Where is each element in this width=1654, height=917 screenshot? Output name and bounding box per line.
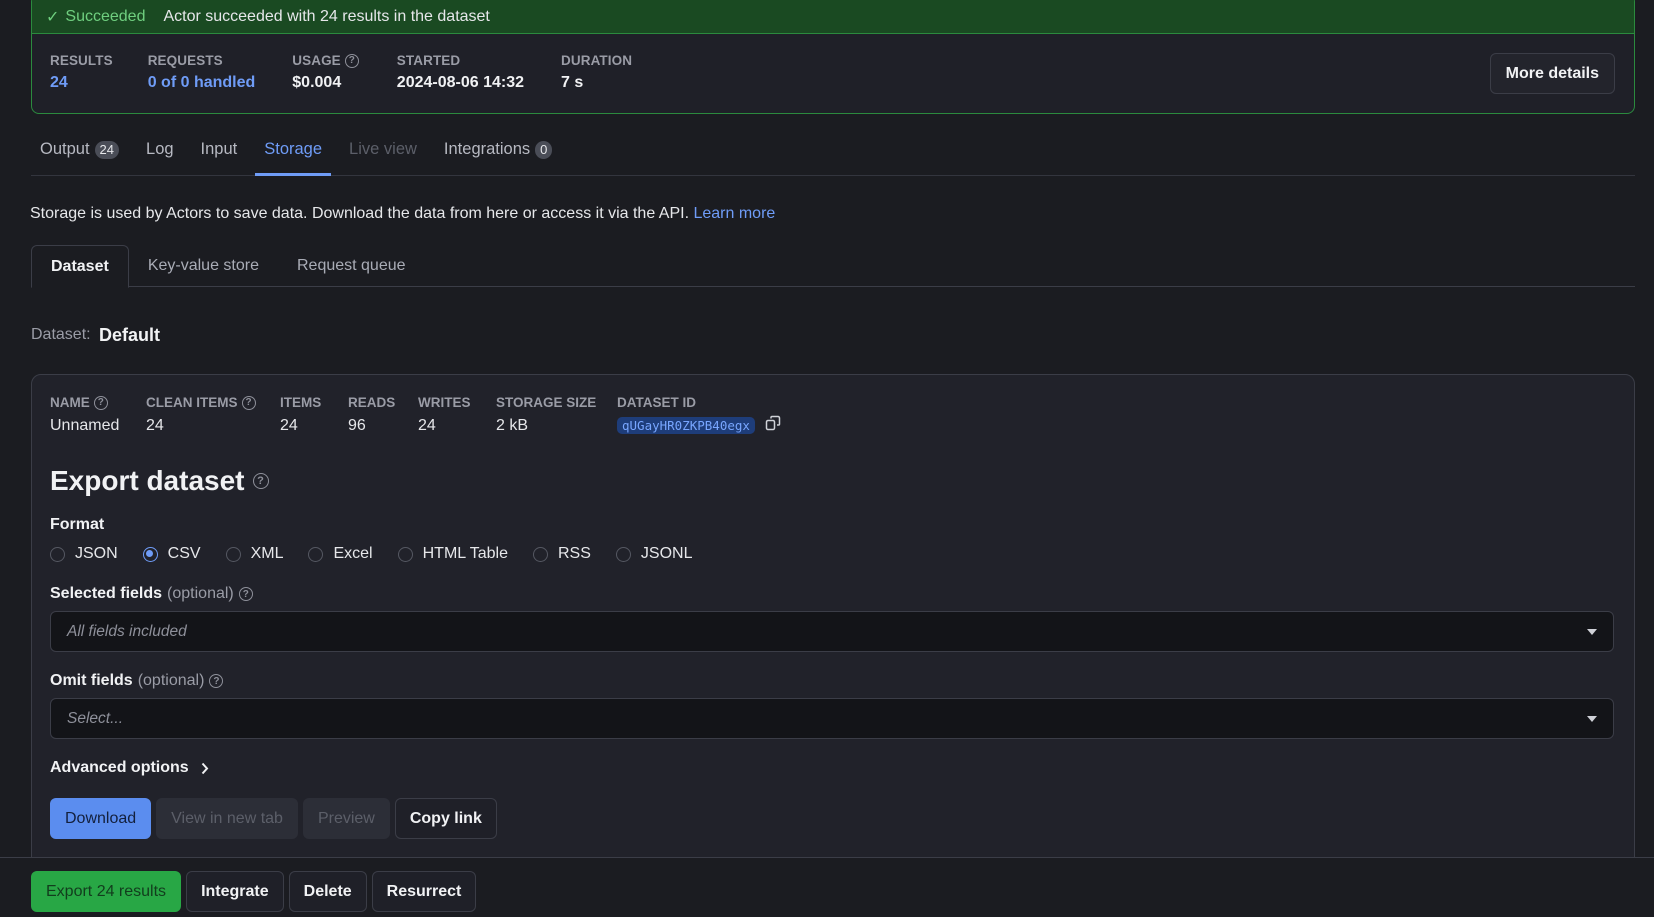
stat-requests: REQUESTS 0 of 0 handled: [148, 53, 256, 92]
radio-button[interactable]: [142, 546, 158, 562]
selected-fields-placeholder: All fields included: [67, 622, 187, 640]
tab-live-view: Live view: [349, 140, 417, 158]
check-icon: ✓: [46, 9, 60, 26]
stat-writes: WRITES 24: [418, 395, 496, 436]
export-dataset-heading: Export dataset ?: [50, 465, 269, 497]
status-state: Succeeded: [65, 8, 146, 25]
stat-label: USAGE: [292, 53, 341, 68]
stat-storage-size: STORAGE SIZE 2 kB: [496, 395, 617, 436]
export-results-button[interactable]: Export 24 results: [31, 871, 182, 912]
view-in-new-tab-button: View in new tab: [156, 798, 298, 839]
dataset-id-value[interactable]: qUGayHR0ZKPB40egx: [617, 416, 755, 434]
resurrect-button[interactable]: Resurrect: [371, 871, 477, 912]
footer-action-bar: Export 24 results Integrate Delete Resur…: [0, 857, 1654, 917]
subtab-dataset[interactable]: Dataset: [31, 245, 129, 288]
selected-fields-select[interactable]: All fields included: [50, 611, 1614, 652]
stat-label: STARTED: [396, 53, 461, 68]
help-icon[interactable]: ?: [252, 473, 269, 489]
results-link[interactable]: 24: [50, 74, 113, 92]
help-icon[interactable]: ?: [344, 53, 359, 68]
radio-button[interactable]: [225, 546, 241, 562]
omit-fields-placeholder: Select...: [67, 709, 123, 727]
tab-integrations[interactable]: Integrations 0: [435, 130, 561, 175]
run-status-card: ✓ Succeeded Actor succeeded with 24 resu…: [31, 0, 1635, 114]
format-radio-group: JSON CSV XML Excel HTML Table RSS JSONL: [50, 545, 717, 563]
stat-reads: READS 96: [348, 395, 418, 436]
tab-output[interactable]: Output 24: [31, 130, 128, 175]
more-details-button[interactable]: More details: [1489, 53, 1615, 94]
tab-input[interactable]: Input: [192, 130, 247, 175]
radio-button[interactable]: [397, 546, 413, 562]
copy-link-button[interactable]: Copy link: [394, 798, 497, 839]
advanced-options-toggle[interactable]: Advanced options: [50, 759, 209, 777]
omit-fields-label: Omit fields (optional) ?: [50, 672, 224, 690]
export-actions: Download View in new tab Preview Copy li…: [50, 798, 497, 839]
format-option-csv[interactable]: CSV: [142, 545, 201, 563]
stat-items: ITEMS 24: [280, 395, 348, 436]
copy-icon[interactable]: [765, 415, 781, 436]
stat-label: RESULTS: [50, 53, 113, 68]
stat-value: 24: [146, 417, 164, 434]
learn-more-link[interactable]: Learn more: [693, 205, 775, 222]
dataset-card: NAME? Unnamed CLEAN ITEMS? 24 ITEMS 24 R…: [31, 374, 1635, 874]
chevron-right-icon: [201, 762, 209, 774]
caret-down-icon: [1587, 629, 1597, 635]
format-label: Format: [50, 516, 105, 533]
subtab-request-queue[interactable]: Request queue: [278, 245, 425, 287]
stat-name: NAME? Unnamed: [50, 395, 146, 436]
help-icon[interactable]: ?: [93, 395, 108, 410]
stat-value: 24: [418, 417, 436, 434]
stat-value: 2024-08-06 14:32: [396, 74, 525, 91]
stat-value: $0.004: [292, 74, 342, 91]
format-option-excel[interactable]: Excel: [308, 545, 373, 563]
stat-value: 24: [280, 417, 298, 434]
stat-value: 96: [348, 417, 366, 434]
format-option-rss[interactable]: RSS: [532, 545, 591, 563]
subtab-key-value-store[interactable]: Key-value store: [129, 245, 278, 287]
preview-button: Preview: [302, 798, 390, 839]
stat-clean-items: CLEAN ITEMS? 24: [146, 395, 280, 436]
tab-storage[interactable]: Storage: [255, 130, 331, 176]
status-banner: ✓ Succeeded Actor succeeded with 24 resu…: [32, 0, 1634, 34]
format-option-html-table[interactable]: HTML Table: [397, 545, 508, 563]
format-option-xml[interactable]: XML: [225, 545, 283, 563]
radio-button[interactable]: [532, 546, 548, 562]
help-icon[interactable]: ?: [209, 674, 224, 688]
help-icon[interactable]: ?: [241, 395, 256, 410]
stat-label: DURATION: [561, 53, 633, 68]
requests-link[interactable]: 0 of 0 handled: [148, 74, 256, 92]
stat-started: STARTED 2024-08-06 14:32: [397, 53, 524, 92]
stat-value: 7 s: [561, 74, 584, 91]
run-tabs: Output 24 Log Input Storage Live view In…: [31, 130, 1635, 176]
stat-duration: DURATION 7 s: [561, 53, 632, 92]
delete-button[interactable]: Delete: [288, 871, 367, 912]
status-message: Actor succeeded with 24 results in the d…: [163, 8, 490, 25]
dataset-stats: NAME? Unnamed CLEAN ITEMS? 24 ITEMS 24 R…: [50, 395, 781, 436]
radio-button[interactable]: [615, 546, 631, 562]
radio-button[interactable]: [50, 546, 65, 562]
radio-button[interactable]: [308, 546, 324, 562]
download-button[interactable]: Download: [50, 798, 152, 839]
integrations-count-badge: 0: [535, 141, 553, 159]
stat-value: Unnamed: [50, 417, 120, 434]
stat-dataset-id: DATASET ID qUGayHR0ZKPB40egx: [617, 395, 781, 436]
tab-log[interactable]: Log: [137, 130, 183, 175]
selected-fields-label: Selected fields (optional) ?: [50, 585, 253, 603]
stat-label: REQUESTS: [147, 53, 223, 68]
storage-subtabs: Dataset Key-value store Request queue: [31, 245, 1635, 288]
format-option-json[interactable]: JSON: [50, 545, 118, 563]
output-count-badge: 24: [94, 141, 120, 159]
caret-down-icon: [1587, 716, 1597, 722]
dataset-name: Default: [99, 325, 161, 345]
storage-description: Storage is used by Actors to save data. …: [30, 205, 776, 222]
dataset-label: Dataset:: [31, 326, 91, 343]
stat-results: RESULTS 24: [50, 53, 113, 92]
stat-value: 2 kB: [496, 417, 529, 434]
omit-fields-select[interactable]: Select...: [50, 698, 1614, 739]
format-option-jsonl[interactable]: JSONL: [615, 545, 692, 563]
help-icon[interactable]: ?: [238, 587, 253, 601]
integrate-button[interactable]: Integrate: [186, 871, 284, 912]
stat-usage: USAGE? $0.004: [292, 53, 359, 92]
run-stats: RESULTS 24 REQUESTS 0 of 0 handled USAGE…: [50, 53, 668, 92]
